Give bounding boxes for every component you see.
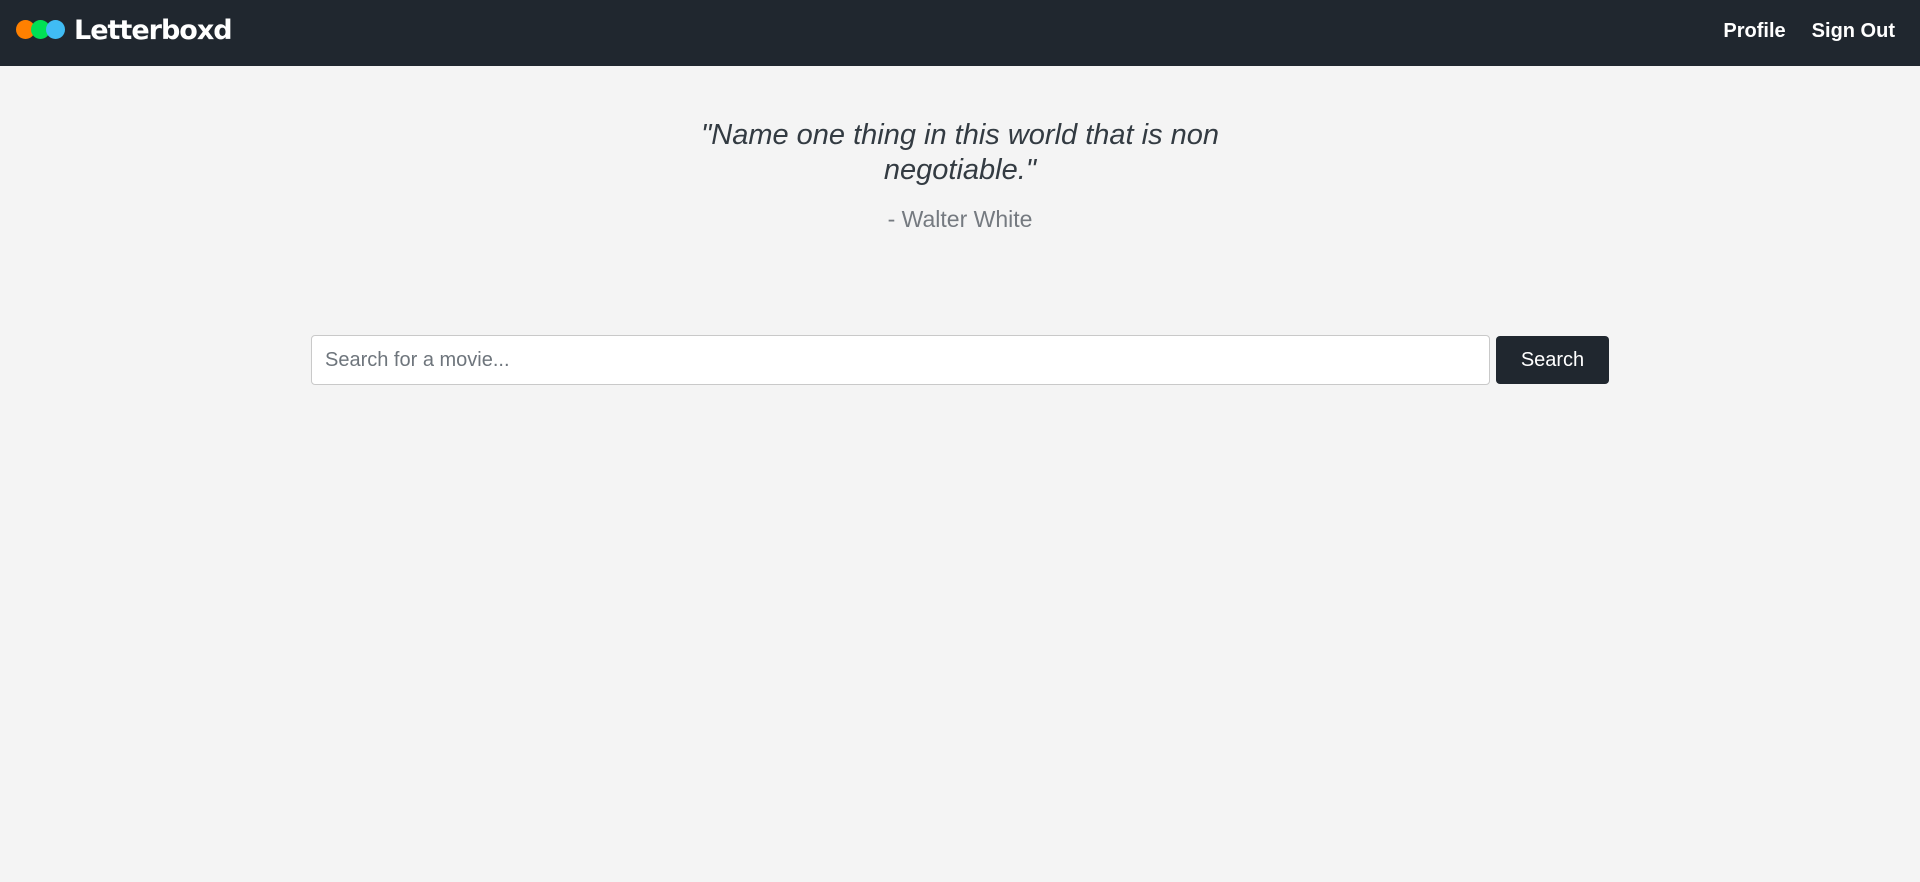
letterboxd-dots-icon: [16, 20, 65, 40]
top-navbar: Letterboxd Profile Sign Out: [0, 0, 1920, 66]
quote-author: - Walter White: [887, 206, 1033, 232]
quote-text: "Name one thing in this world that is no…: [700, 119, 1220, 186]
brand-logo-link[interactable]: Letterboxd: [16, 14, 233, 46]
search-bar: Search: [311, 335, 1609, 385]
brand-name: Letterboxd: [74, 14, 233, 46]
quote-section: "Name one thing in this world that is no…: [0, 118, 1920, 233]
movie-search-input[interactable]: [311, 335, 1490, 385]
profile-link[interactable]: Profile: [1723, 20, 1785, 43]
blue-dot: [46, 20, 65, 39]
nav-links: Profile Sign Out: [1723, 20, 1895, 43]
search-button[interactable]: Search: [1496, 336, 1609, 384]
sign-out-link[interactable]: Sign Out: [1812, 20, 1895, 43]
